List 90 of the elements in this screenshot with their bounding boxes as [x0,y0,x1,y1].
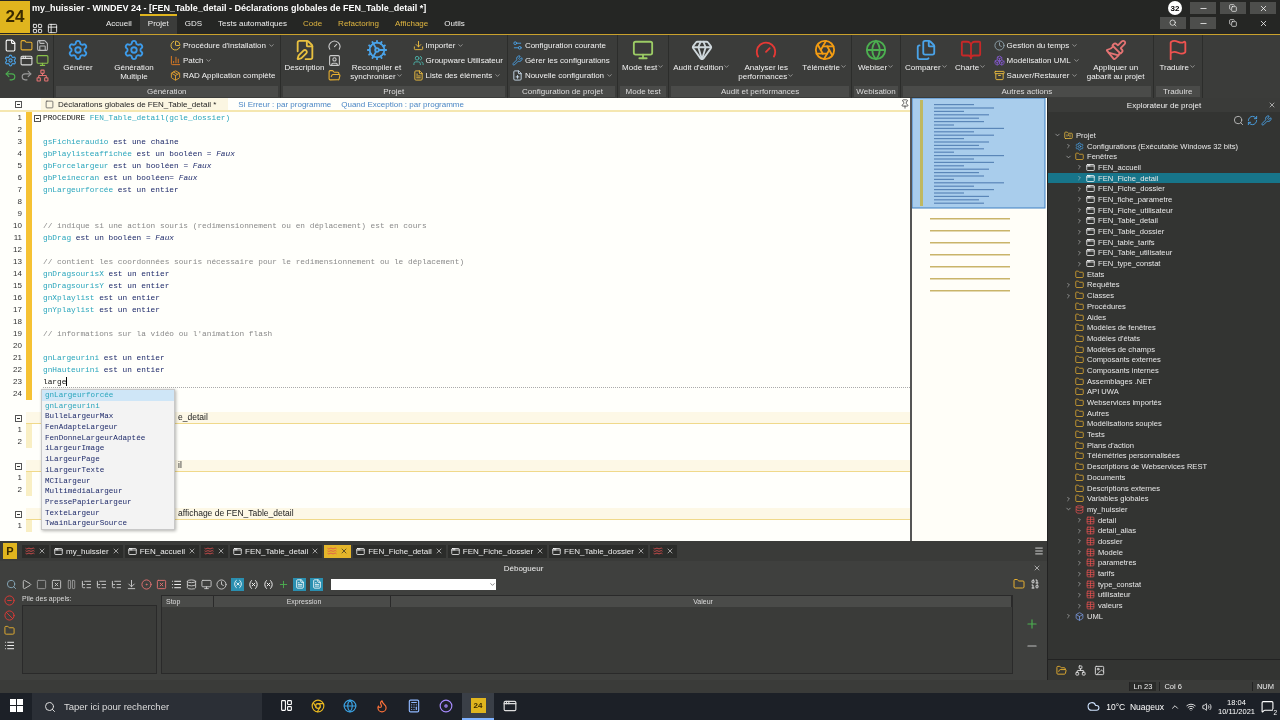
line-number: 13 [12,256,22,268]
line-number: 7 [16,184,22,196]
ribbon-button[interactable]: Patch [170,54,276,67]
ribbon-button[interactable]: Procédure d'installation [170,39,276,52]
line-number: 20 [12,340,22,352]
line-number: 1 [16,520,22,532]
ribbon-button[interactable]: Comparer [905,37,948,72]
ribbon-button[interactable]: Liste des éléments [412,69,503,82]
notification-badge: 32 [1168,1,1182,15]
panel-title: Débogueur [503,563,544,573]
line-number: 1 [16,472,22,484]
line-number: 17 [12,304,22,316]
error-mode-link[interactable]: Si Erreur : par programme [238,99,332,109]
ribbon-button[interactable]: Gestion du temps [993,39,1080,52]
section-title: Déclarations globales de FEN_Table_detail * [58,99,217,109]
taskbar-app[interactable]: 24 [462,693,494,720]
line-number: 6 [16,172,22,184]
line-number: 3 [16,136,22,148]
ribbon-button[interactable]: Nouvelle configuration [511,69,614,82]
menu-tab[interactable]: Projet [139,14,177,34]
code-section-tab[interactable]: Déclarations globales de FEN_Table_detail * [41,98,229,110]
document-tab[interactable]: my_huissier [51,544,123,558]
line-number: 21 [12,352,22,364]
document-tab[interactable]: FEN_accueil [124,544,200,558]
line-number: 2 [16,124,22,136]
group-label: Configuration de projet [509,86,616,97]
project-badge[interactable]: P [3,543,17,559]
line-number: 2 [16,484,22,496]
ribbon-button[interactable]: Recompiler et synchroniser [343,37,410,81]
ribbon-button[interactable]: Télémétrie [802,37,847,72]
group-label: Traduire [1155,86,1200,97]
ribbon-button[interactable]: Configuration courante [511,39,614,52]
ribbon-button[interactable]: Groupware Utilisateur [412,54,503,67]
ribbon-button[interactable]: Description [284,37,325,72]
line-number: 23 [12,376,22,388]
group-label: Mode test [620,86,667,97]
line-number: 8 [16,196,22,208]
group-label: Projet [282,86,505,97]
ribbon-button[interactable]: Gérer les configurations [511,54,614,67]
line-number: 11 [12,232,22,244]
line-number: 24 [12,388,22,400]
ribbon-button[interactable]: Webiser [856,37,896,72]
document-tab[interactable]: FEN_Fiche_dossier [447,544,548,558]
line-number: 19 [12,328,22,340]
line-number: 2 [16,436,22,448]
ribbon-button[interactable]: Charte [950,37,991,72]
search-field[interactable]: Taper ici pour rechercher [32,693,262,720]
line-number: 18 [12,316,22,328]
ribbon-button[interactable]: Traduire [1157,37,1198,72]
menu-tab[interactable]: GDS [176,14,211,34]
ribbon-button[interactable]: Analyser les performances [733,37,800,81]
menu-tab[interactable]: Code [295,14,331,34]
line-number: 1 [16,424,22,436]
weather-text[interactable]: 10°C Nuageux [1106,701,1164,712]
line-number: 22 [12,364,22,376]
ribbon-button[interactable]: Modélisation UML [993,54,1080,67]
group-label: Génération [56,86,278,97]
line-number: 15 [12,280,22,292]
menu-tab[interactable]: Outils [436,14,473,34]
ribbon-button[interactable]: Importer [412,39,503,52]
document-tab[interactable]: FEN_Table_detail [230,544,323,558]
line-number: 9 [16,208,22,220]
line-number: 1 [16,112,22,124]
line-number: 5 [16,160,22,172]
group-label: Autres actions [903,86,1151,97]
app-logo: 24 [470,698,486,713]
document-tab[interactable]: FEN_Table_dossier [549,544,648,558]
menu-tab[interactable]: Accueil [98,14,140,34]
ribbon-button[interactable]: Générer [58,37,98,72]
line-number: 12 [12,244,22,256]
ribbon-button[interactable]: RAD Application complète [170,69,276,82]
menu-tab[interactable]: Tests automatiques [210,14,295,34]
ribbon-button[interactable]: Audit d'édition [673,37,731,72]
app-logo: 24 [0,1,30,33]
document-tab[interactable]: FEN_Fiche_detail [353,544,446,558]
window-title: my_huissier - WINDEV 24 - [FEN_Table_detail - Déclarations globales de FEN_Table_detail *] [32,2,428,15]
line-number: 4 [16,148,22,160]
ribbon-button[interactable]: Génération Multiple [101,37,167,81]
line-number: 16 [12,292,22,304]
ribbon-button[interactable]: Mode test [622,37,665,72]
line-number: 14 [12,268,22,280]
group-label: Webisation [854,86,898,97]
panel-title: Explorateur de projet [1126,100,1202,110]
menu-tab[interactable]: Affichage [387,14,437,34]
exception-mode-link[interactable]: Quand Exception : par programme [341,99,464,109]
menu-tab[interactable]: Refactoring [330,14,388,34]
line-number: 10 [12,220,22,232]
group-label: Audit et performances [671,86,849,97]
ribbon-button[interactable]: Sauver/Restaurer [993,69,1080,82]
ribbon-button[interactable]: Appliquer un gabarit au projet [1082,37,1149,81]
